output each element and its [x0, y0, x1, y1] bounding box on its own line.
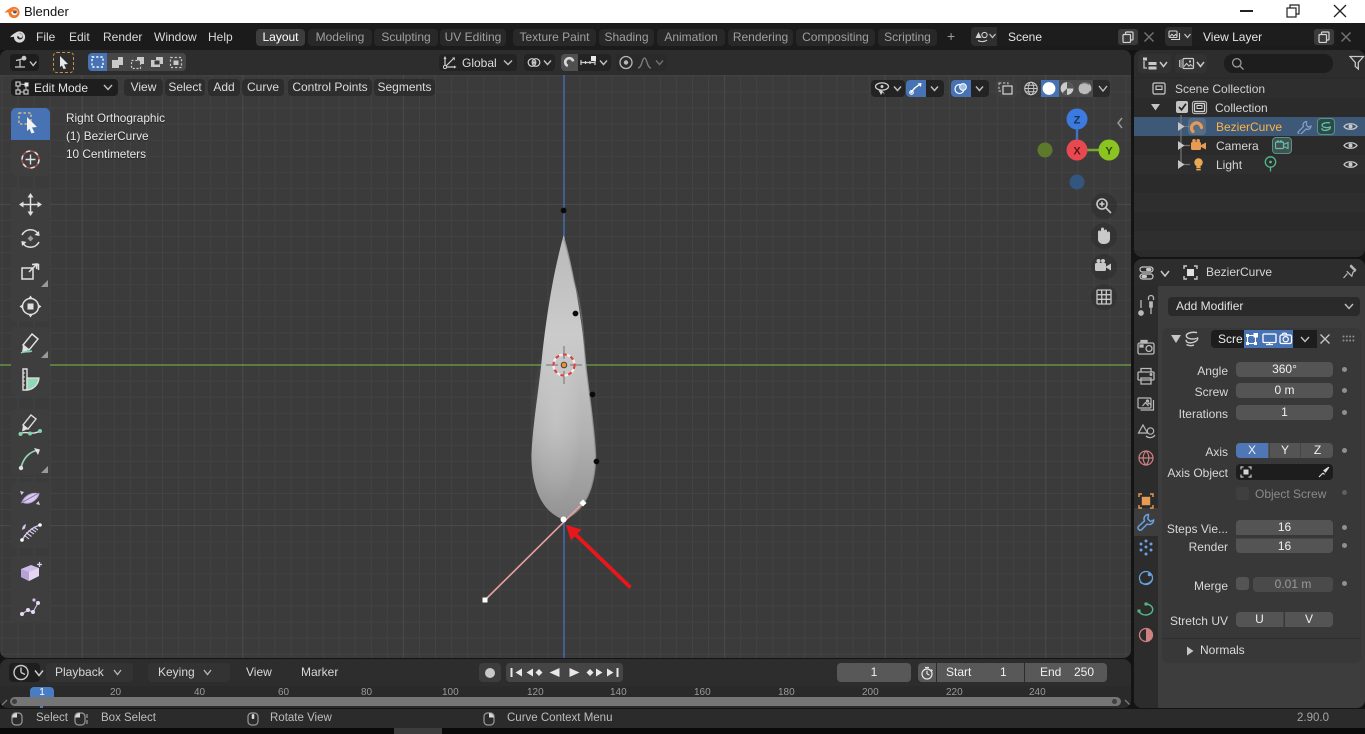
svg-text:Y: Y [1105, 146, 1113, 158]
svg-text:Z: Z [1074, 115, 1081, 127]
svg-text:X: X [1073, 146, 1081, 158]
